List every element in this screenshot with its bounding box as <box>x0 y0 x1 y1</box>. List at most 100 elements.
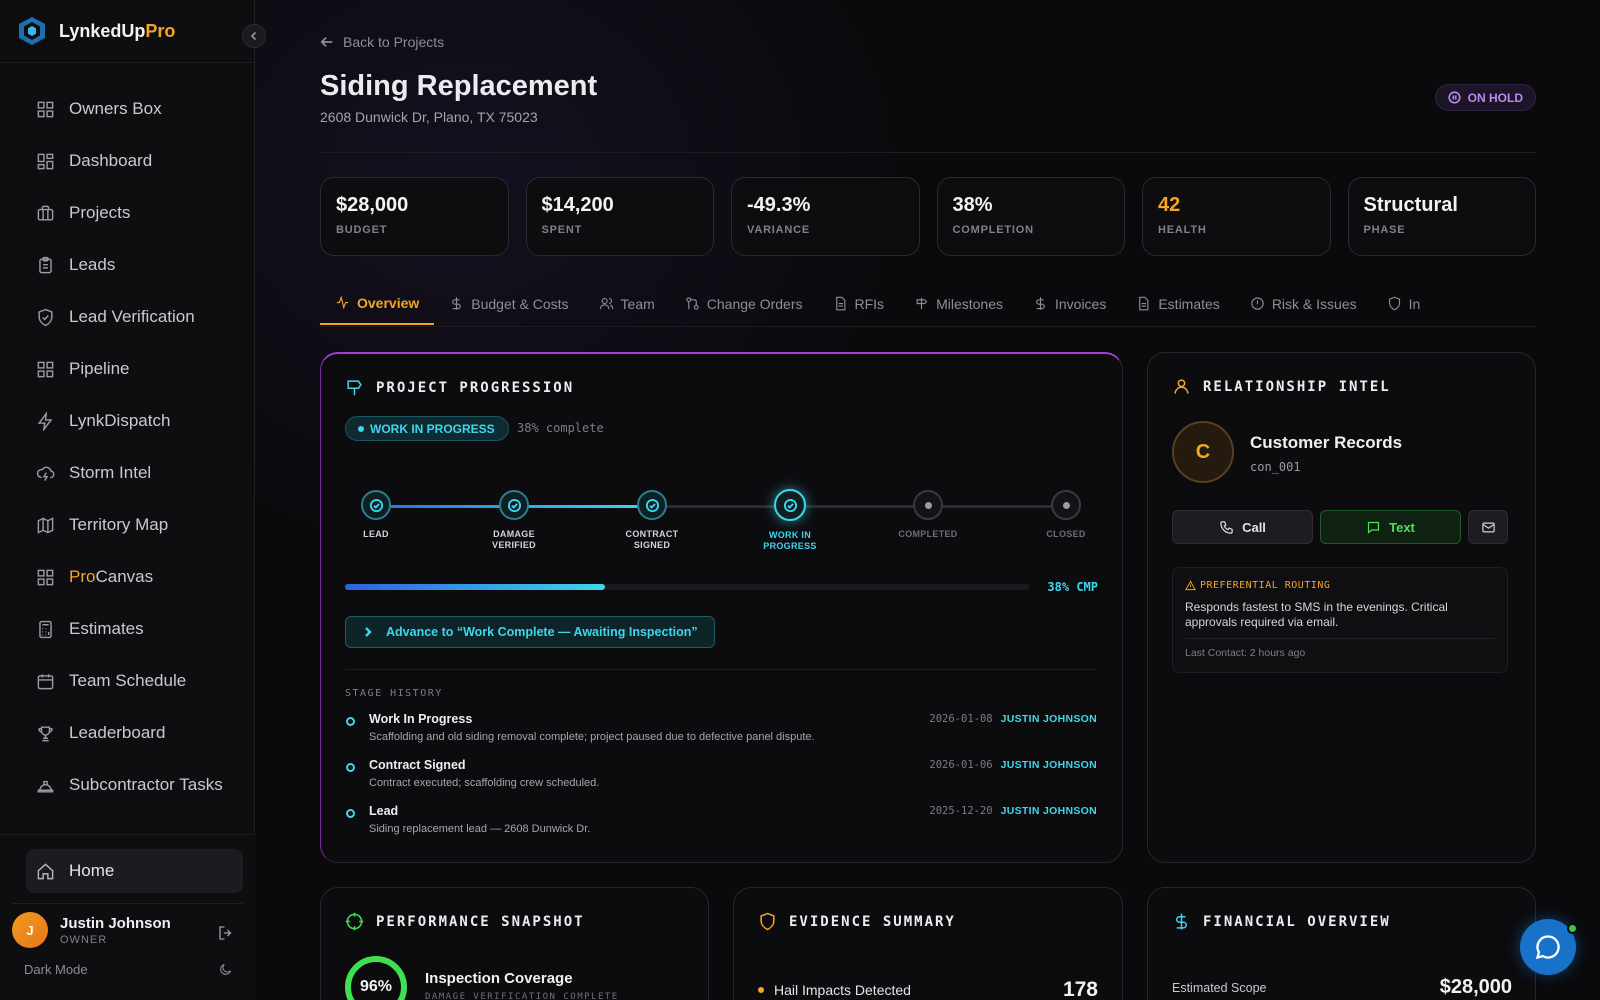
signpost-icon <box>916 297 928 310</box>
progress-label: 38% CMP <box>1047 580 1098 594</box>
sidebar-item-estimates[interactable]: Estimates <box>0 603 254 655</box>
history-user-link[interactable]: JUSTIN JOHNSON <box>1001 713 1097 725</box>
brand[interactable]: LynkedUpPro <box>0 0 266 63</box>
trophy-icon <box>38 725 53 741</box>
sidebar-item-team-schedule[interactable]: Team Schedule <box>0 655 254 707</box>
progress-bar-fill <box>345 584 606 590</box>
chevron-right-icon <box>365 627 372 637</box>
tab-risk-issues[interactable]: Risk & Issues <box>1235 282 1372 325</box>
tab-team[interactable]: Team <box>584 282 670 325</box>
stage-step: CLOSED <box>1021 490 1111 540</box>
advance-stage-button[interactable]: Advance to “Work Complete — Awaiting Ins… <box>345 616 715 648</box>
stage-step: CONTRACT SIGNED <box>607 490 697 551</box>
kpi-health: 42 HEALTH <box>1142 177 1331 256</box>
stage-step: WORK IN PROGRESS <box>745 489 835 552</box>
map-icon <box>37 516 54 534</box>
sidebar-item-label: Owners Box <box>69 99 162 118</box>
sidebar-item-lynkdispatch[interactable]: LynkDispatch <box>0 395 254 447</box>
sidebar-item-dashboard[interactable]: Dashboard <box>0 135 254 187</box>
stage-pending-dot <box>913 490 943 520</box>
evidence-summary-card: EVIDENCE SUMMARY Hail Impacts Detected 1… <box>733 887 1123 1000</box>
last-contact: Last Contact: 2 hours ago <box>1185 647 1306 659</box>
routing-header: PREFERENTIAL ROUTING <box>1185 580 1495 591</box>
sidebar-item-subcontractor-tasks[interactable]: Subcontractor Tasks <box>0 759 254 811</box>
sidebar-nav: Owners Box Dashboard Projects Leads Lead… <box>0 63 254 811</box>
card-header: EVIDENCE SUMMARY <box>758 912 956 931</box>
coverage-subtitle: DAMAGE VERIFICATION COMPLETE <box>425 992 619 1000</box>
stage-check-icon <box>361 490 391 520</box>
sidebar-item-leaderboard[interactable]: Leaderboard <box>0 707 254 759</box>
tab-budget-costs[interactable]: Budget & Costs <box>434 282 583 325</box>
sidebar-item-projects[interactable]: Projects <box>0 187 254 239</box>
sidebar-footer: Home J Justin Johnson OWNER Dark Mode <box>0 834 255 1000</box>
sidebar-item-storm-intel[interactable]: Storm Intel <box>0 447 254 499</box>
kpi-phase: Structural PHASE <box>1347 177 1536 256</box>
tab-rfis[interactable]: RFIs <box>818 282 900 325</box>
sidebar: LynkedUpPro Owners Box Dashboard Project… <box>0 0 266 1000</box>
kpi-variance: -49.3% VARIANCE <box>731 177 920 256</box>
sidebar-item-leads[interactable]: Leads <box>0 239 254 291</box>
call-button[interactable]: Call <box>1172 510 1313 544</box>
user-info: Justin Johnson OWNER <box>60 915 171 946</box>
logout-icon[interactable] <box>217 924 235 942</box>
sidebar-item-label: LynkDispatch <box>69 411 171 430</box>
arrow-left-icon <box>320 37 333 47</box>
home-icon <box>37 862 54 879</box>
sidebar-item-territory-map[interactable]: Territory Map <box>0 499 254 551</box>
stage-check-icon <box>637 490 667 520</box>
sidebar-item-home[interactable]: Home <box>26 849 243 893</box>
chat-bubble-icon <box>1535 935 1560 960</box>
git-branch-icon <box>686 297 699 310</box>
grid-icon <box>37 569 54 585</box>
tab-insurance[interactable]: In <box>1372 282 1436 325</box>
history-meta: 2026-01-06 JUSTIN JOHNSON <box>929 759 1097 771</box>
contact-name: Customer Records <box>1250 433 1403 452</box>
card-header: RELATIONSHIP INTEL <box>1172 377 1391 396</box>
dark-mode-toggle[interactable]: Dark Mode <box>24 962 233 977</box>
header-divider <box>320 152 1536 153</box>
stage-pending-dot <box>1051 490 1081 520</box>
sidebar-item-label: Dashboard <box>69 151 153 170</box>
history-divider <box>345 669 1097 670</box>
sidebar-item-owners-box[interactable]: Owners Box <box>0 83 254 135</box>
history-user-link[interactable]: JUSTIN JOHNSON <box>1001 805 1097 817</box>
sidebar-item-lead-verification[interactable]: Lead Verification <box>0 291 254 343</box>
history-meta: 2025-12-20 JUSTIN JOHNSON <box>929 805 1097 817</box>
history-dot <box>346 809 355 818</box>
tab-invoices[interactable]: Invoices <box>1018 282 1121 325</box>
back-to-projects-link[interactable]: Back to Projects <box>320 34 444 50</box>
dark-mode-label: Dark Mode <box>24 962 88 977</box>
users-icon <box>599 297 613 310</box>
stage-label: CLOSED <box>1046 529 1086 539</box>
text-button[interactable]: Text <box>1320 510 1461 544</box>
tab-milestones[interactable]: Milestones <box>899 282 1018 325</box>
history-user-link[interactable]: JUSTIN JOHNSON <box>1001 759 1097 771</box>
signpost-icon <box>347 380 362 396</box>
hard-hat-icon <box>37 780 54 793</box>
email-button[interactable] <box>1468 510 1508 544</box>
tab-estimates[interactable]: Estimates <box>1121 282 1234 325</box>
sidebar-item-procanvas[interactable]: ProCanvas <box>0 551 254 603</box>
calculator-icon <box>39 620 52 638</box>
sidebar-item-pipeline[interactable]: Pipeline <box>0 343 254 395</box>
card-header: PROJECT PROGRESSION <box>345 378 574 397</box>
chat-launcher-button[interactable] <box>1520 919 1578 975</box>
shield-check-icon <box>38 308 53 326</box>
sidebar-item-label: Subcontractor Tasks <box>69 775 223 794</box>
stage-step: COMPLETED <box>883 490 973 540</box>
tab-change-orders[interactable]: Change Orders <box>670 282 818 325</box>
contact-avatar: C <box>1172 421 1234 483</box>
file-icon <box>1139 296 1149 311</box>
financial-overview-card: FINANCIAL OVERVIEW Estimated Scope $28,0… <box>1147 887 1536 1000</box>
tab-overview[interactable]: Overview <box>320 282 435 325</box>
cloud-lightning-icon <box>36 466 55 481</box>
dollar-icon <box>1036 297 1045 310</box>
moon-icon <box>220 963 232 975</box>
performance-snapshot-card: PERFORMANCE SNAPSHOT 96% Inspection Cove… <box>320 887 709 1000</box>
project-progression-card: PROJECT PROGRESSION WORK IN PROGRESS 38%… <box>320 352 1123 863</box>
stage-label: LEAD <box>363 529 389 539</box>
collapse-sidebar-button[interactable] <box>242 24 266 48</box>
user-profile[interactable]: J Justin Johnson OWNER <box>12 903 243 948</box>
calendar-icon <box>37 673 54 689</box>
stage-check-icon <box>774 489 806 521</box>
